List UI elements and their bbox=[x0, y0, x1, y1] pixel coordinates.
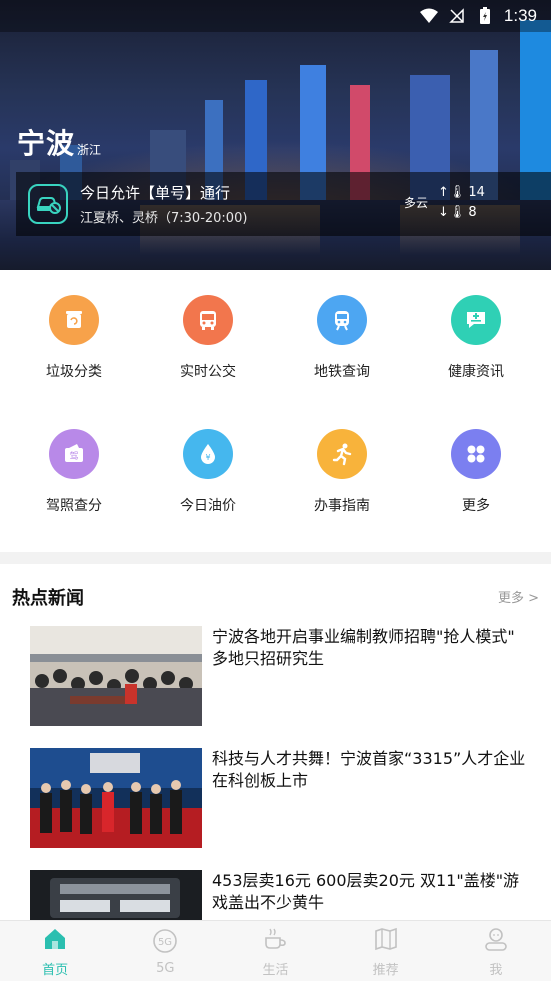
province-name: 浙江 bbox=[77, 143, 102, 157]
service-label: 垃圾分类 bbox=[46, 364, 102, 380]
service-license-points[interactable]: 驾 驾照查分 bbox=[7, 429, 141, 529]
news-headline: 453层卖16元 600层卖20元 双11"盖楼"游戏盖出不少黄牛 bbox=[212, 871, 520, 912]
city-location[interactable]: 宁波 浙江 bbox=[17, 122, 101, 162]
service-label: 更多 bbox=[462, 498, 490, 514]
status-bar: 1:39 bbox=[0, 0, 551, 32]
traffic-restriction-card[interactable]: 今日允许【单号】通行 江夏桥、灵桥（7:30-20:00) 多云 ↑🌡 14 ↓… bbox=[16, 172, 551, 236]
service-health-info[interactable]: 健康资讯 bbox=[409, 295, 543, 395]
traffic-rule-text: 今日允许【单号】通行 bbox=[80, 184, 231, 202]
temp-down-icon: ↓🌡 bbox=[438, 204, 466, 220]
service-more[interactable]: 更多 bbox=[409, 429, 543, 529]
news-thumbnail bbox=[30, 626, 202, 726]
bus-icon bbox=[183, 295, 233, 345]
news-more-link[interactable]: 更多 > bbox=[498, 587, 539, 606]
svg-text:5G: 5G bbox=[158, 937, 172, 948]
service-metro-query[interactable]: 地铁查询 bbox=[275, 295, 409, 395]
news-item[interactable]: 科技与人才共舞！宁波首家“3315”人才企业在科创板上市 bbox=[30, 748, 530, 848]
service-label: 地铁查询 bbox=[314, 364, 370, 380]
temperature-range: ↑🌡 14 ↓🌡 8 bbox=[438, 182, 485, 222]
bottom-navigation: 首页 5G 5G 生活 推荐 我 bbox=[0, 920, 551, 981]
service-garbage-sorting[interactable]: 垃圾分类 bbox=[7, 295, 141, 395]
service-label: 办事指南 bbox=[314, 498, 370, 514]
health-chat-icon bbox=[451, 295, 501, 345]
oil-drop-icon: ¥ bbox=[183, 429, 233, 479]
nav-label: 推荐 bbox=[372, 962, 399, 978]
coffee-icon bbox=[262, 926, 288, 956]
service-realtime-bus[interactable]: 实时公交 bbox=[141, 295, 275, 395]
nav-label: 生活 bbox=[262, 962, 289, 978]
nav-tab-life[interactable]: 生活 bbox=[220, 921, 330, 981]
news-item[interactable]: 宁波各地开启事业编制教师招聘"抢人模式" 多地只招研究生 bbox=[30, 626, 530, 726]
city-name: 宁波 bbox=[17, 127, 76, 160]
nav-label: 首页 bbox=[42, 962, 69, 978]
news-headline: 宁波各地开启事业编制教师招聘"抢人模式" 多地只招研究生 bbox=[212, 627, 515, 668]
service-oil-price[interactable]: ¥ 今日油价 bbox=[141, 429, 275, 529]
nav-tab-me[interactable]: 我 bbox=[441, 921, 551, 981]
no-signal-icon bbox=[448, 7, 466, 25]
trash-icon bbox=[49, 295, 99, 345]
services-grid: 垃圾分类 实时公交 地铁查询 健康资讯 驾 驾照查分 ¥ 今日油价 办事指南 更… bbox=[0, 270, 551, 552]
news-thumbnail bbox=[30, 748, 202, 848]
news-headline: 科技与人才共舞！宁波首家“3315”人才企业在科创板上市 bbox=[212, 749, 526, 790]
service-label: 今日油价 bbox=[180, 498, 236, 514]
status-time: 1:39 bbox=[503, 6, 537, 25]
nav-label: 我 bbox=[489, 962, 503, 978]
car-restriction-icon bbox=[28, 184, 68, 224]
license-icon: 驾 bbox=[49, 429, 99, 479]
app-page: 1:39 宁波 浙江 今日允许【单号】通行 江夏桥、灵桥（7:30-20:00)… bbox=[0, 0, 551, 981]
temp-low: 8 bbox=[468, 204, 477, 220]
more-grid-icon bbox=[451, 429, 501, 479]
traffic-bridges-text: 江夏桥、灵桥（7:30-20:00) bbox=[80, 211, 248, 226]
hot-news-header: 热点新闻 更多 > bbox=[12, 584, 539, 609]
nav-label: 5G bbox=[156, 960, 175, 976]
nav-tab-recommend[interactable]: 推荐 bbox=[331, 921, 441, 981]
section-divider bbox=[0, 552, 551, 564]
temp-up-icon: ↑🌡 bbox=[438, 184, 466, 200]
temp-high: 14 bbox=[468, 184, 485, 200]
metro-icon bbox=[317, 295, 367, 345]
battery-charging-icon bbox=[476, 7, 494, 25]
service-label: 驾照查分 bbox=[46, 498, 102, 514]
svg-text:¥: ¥ bbox=[205, 453, 210, 462]
map-icon bbox=[373, 926, 399, 956]
nav-tab-5g[interactable]: 5G 5G bbox=[110, 921, 220, 981]
city-hero-banner: 1:39 宁波 浙江 今日允许【单号】通行 江夏桥、灵桥（7:30-20:00)… bbox=[0, 0, 551, 270]
svg-text:驾: 驾 bbox=[69, 451, 78, 462]
5g-icon: 5G bbox=[152, 928, 178, 958]
service-label: 实时公交 bbox=[180, 364, 236, 380]
weather-condition: 多云 bbox=[404, 196, 429, 210]
wifi-icon bbox=[419, 7, 438, 25]
runner-icon bbox=[317, 429, 367, 479]
hot-news-title: 热点新闻 bbox=[12, 588, 84, 609]
service-affairs-guide[interactable]: 办事指南 bbox=[275, 429, 409, 529]
home-icon bbox=[42, 926, 68, 956]
service-label: 健康资讯 bbox=[448, 364, 504, 380]
nav-tab-home[interactable]: 首页 bbox=[0, 921, 110, 981]
profile-icon bbox=[483, 926, 509, 956]
